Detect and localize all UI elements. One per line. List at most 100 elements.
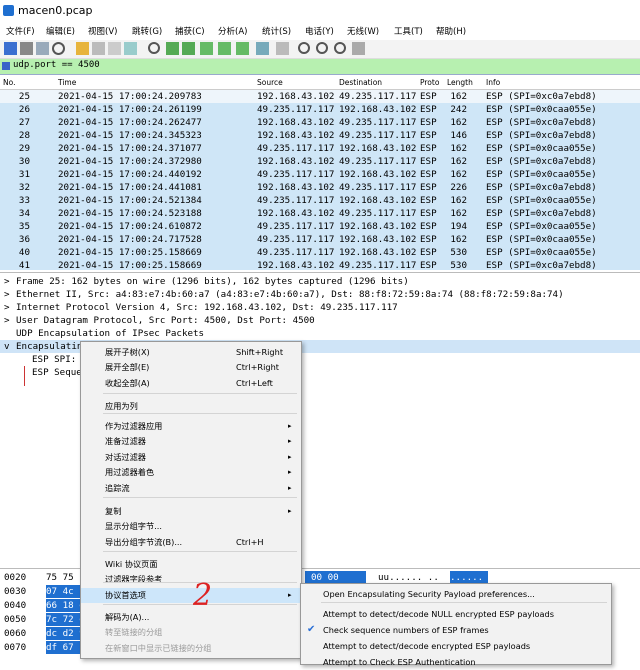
menu-item-conversation-filter[interactable]: 对话过滤器 ▸ [81,450,301,465]
reload-file-icon[interactable] [124,42,137,55]
menu-item-export-packet-bytes[interactable]: 导出分组字节流(B)... Ctrl+H [81,535,301,550]
resize-columns-icon[interactable] [352,42,365,55]
packet-row[interactable]: 33 2021-04-15 17:00:24.521384 49.235.117.1… [0,194,640,207]
colorize-icon[interactable] [276,42,289,55]
column-info[interactable]: Info [486,78,500,87]
packet-row[interactable]: 27 2021-04-15 17:00:24.262477 192.168.43.1… [0,116,640,129]
menu-go[interactable]: 跳转(G) [132,25,162,37]
column-source[interactable]: Source [257,78,283,87]
menu-item-label: 展开全部(E) [105,362,150,372]
protocol-preferences-submenu: Open Encapsulating Security Payload pref… [300,583,612,667]
packet-row[interactable]: 32 2021-04-15 17:00:24.441081 192.168.43.1… [0,181,640,194]
menu-item-copy[interactable]: 复制 ▸ [81,504,301,519]
menu-separator [103,413,297,414]
packet-row[interactable]: 35 2021-04-15 17:00:24.610872 49.235.117.1… [0,220,640,233]
first-packet-icon[interactable] [218,42,231,55]
byte-hex[interactable]: 66 18 e [46,599,85,612]
column-time[interactable]: Time [58,78,76,87]
detail-ethernet[interactable]: > Ethernet II, Src: a4:83:e7:4b:60:a7 (a4… [0,288,640,301]
packet-row[interactable]: 34 2021-04-15 17:00:24.523188 192.168.43.1… [0,207,640,220]
column-protocol[interactable]: Proto [420,78,439,87]
packet-length: 162 [450,234,467,245]
menu-item-colorize-with-filter[interactable]: 用过滤器着色 ▸ [81,465,301,480]
menu-item-shortcut: Ctrl+Right [236,362,279,372]
menu-tools[interactable]: 工具(T) [394,25,423,37]
submenu-item-check-esp-authentication[interactable]: Attempt to Check ESP Authentication [301,654,611,670]
column-no[interactable]: No. [3,78,15,87]
restart-capture-icon[interactable] [36,42,49,55]
menu-capture[interactable]: 捕获(C) [175,25,205,37]
column-length[interactable]: Length [447,78,473,87]
menu-item-protocol-preferences[interactable]: 协议首选项 ▸ [81,588,301,603]
detail-ipv4[interactable]: > Internet Protocol Version 4, Src: 192.1… [0,301,640,314]
byte-hex[interactable]: dc d2 9 [46,627,85,640]
packet-protocol: ESP [420,195,437,206]
stop-capture-icon[interactable] [20,42,33,55]
menu-item-label: 复制 [105,506,122,516]
display-filter-bar[interactable]: udp.port == 4500 [0,59,640,75]
packet-row[interactable]: 28 2021-04-15 17:00:24.345323 192.168.43.1… [0,129,640,142]
menu-view[interactable]: 视图(V) [88,25,117,37]
go-to-packet-icon[interactable] [200,42,213,55]
menu-separator [103,497,297,498]
go-back-icon[interactable] [166,42,179,55]
main-toolbar [0,40,640,59]
open-file-icon[interactable] [76,42,89,55]
menu-telephony[interactable]: 电话(Y) [305,25,334,37]
submenu-item-check-sequence-numbers[interactable]: ✔ Check sequence numbers of ESP frames [301,622,611,638]
menu-item-follow-stream[interactable]: 追踪流 ▸ [81,481,301,496]
packet-row[interactable]: 30 2021-04-15 17:00:24.372980 192.168.43.1… [0,155,640,168]
display-filter-input[interactable]: udp.port == 4500 [13,60,100,70]
detail-udp-encap[interactable]: UDP Encapsulation of IPsec Packets [0,327,640,340]
menu-item-apply-as-column[interactable]: 应用为列 [81,399,301,414]
zoom-in-icon[interactable] [298,42,310,54]
packet-time: 2021-04-15 17:00:24.521384 [58,195,202,206]
packet-row[interactable]: 31 2021-04-15 17:00:24.440192 49.235.117.1… [0,168,640,181]
save-file-icon[interactable] [92,42,105,55]
packet-row[interactable]: 29 2021-04-15 17:00:24.371077 49.235.117.1… [0,142,640,155]
menu-item-expand-subtree[interactable]: 展开子树(X) Shift+Right [81,345,301,360]
start-capture-icon[interactable] [4,42,17,55]
byte-hex[interactable]: 75 75 1 [46,571,85,584]
menu-item-collapse-all[interactable]: 收起全部(A) Ctrl+Left [81,376,301,391]
packet-row[interactable]: 36 2021-04-15 17:00:24.717528 49.235.117.1… [0,233,640,246]
submenu-item-detect-encrypted-payloads[interactable]: Attempt to detect/decode encrypted ESP p… [301,638,611,654]
find-packet-icon[interactable] [148,42,160,54]
packet-row[interactable]: 41 2021-04-15 17:00:25.158669 192.168.43.1… [0,259,640,270]
menu-item-filter-field-reference[interactable]: 过滤器字段参考 [81,572,301,587]
detail-frame[interactable]: > Frame 25: 162 bytes on wire (1296 bits)… [0,275,640,288]
menu-item-wiki-protocol-page[interactable]: Wiki 协议页面 [81,557,301,572]
menu-statistics[interactable]: 统计(S) [262,25,291,37]
byte-hex[interactable]: 7c 72 e [46,613,85,626]
menu-edit[interactable]: 编辑(E) [46,25,75,37]
packet-row[interactable]: 40 2021-04-15 17:00:25.158669 49.235.117.1… [0,246,640,259]
byte-hex[interactable]: 07 4c 1 [46,585,85,598]
autoscroll-icon[interactable] [256,42,269,55]
menu-wireless[interactable]: 无线(W) [347,25,379,37]
menu-help[interactable]: 帮助(H) [436,25,466,37]
menu-file[interactable]: 文件(F) [6,25,35,37]
menu-item-apply-as-filter[interactable]: 作为过滤器应用 ▸ [81,419,301,434]
menu-item-expand-all[interactable]: 展开全部(E) Ctrl+Right [81,360,301,375]
submenu-item-detect-null-encrypted[interactable]: Attempt to detect/decode NULL encrypted … [301,606,611,622]
zoom-out-icon[interactable] [316,42,328,54]
capture-options-icon[interactable] [52,42,65,55]
last-packet-icon[interactable] [236,42,249,55]
go-forward-icon[interactable] [182,42,195,55]
byte-hex[interactable]: df 67 b [46,641,85,654]
menu-item-decode-as[interactable]: 解码为(A)... [81,610,301,625]
close-file-icon[interactable] [108,42,121,55]
column-destination[interactable]: Destination [339,78,382,87]
byte-offset: 0050 [4,614,27,625]
packet-row[interactable]: 25 2021-04-15 17:00:24.209783 192.168.43.1… [0,90,640,103]
submenu-item-open-esp-preferences[interactable]: Open Encapsulating Security Payload pref… [301,586,611,602]
menu-separator [103,551,297,552]
packet-row[interactable]: 26 2021-04-15 17:00:24.261199 49.235.117.1… [0,103,640,116]
detail-udp[interactable]: > User Datagram Protocol, Src Port: 4500,… [0,314,640,327]
bookmark-filter-icon[interactable] [2,62,10,70]
packet-destination: 49.235.117.117 [339,91,417,102]
menu-item-show-packet-bytes[interactable]: 显示分组字节... [81,519,301,534]
zoom-normal-icon[interactable] [334,42,346,54]
menu-analyze[interactable]: 分析(A) [218,25,247,37]
menu-item-prepare-filter[interactable]: 准备过滤器 ▸ [81,434,301,449]
